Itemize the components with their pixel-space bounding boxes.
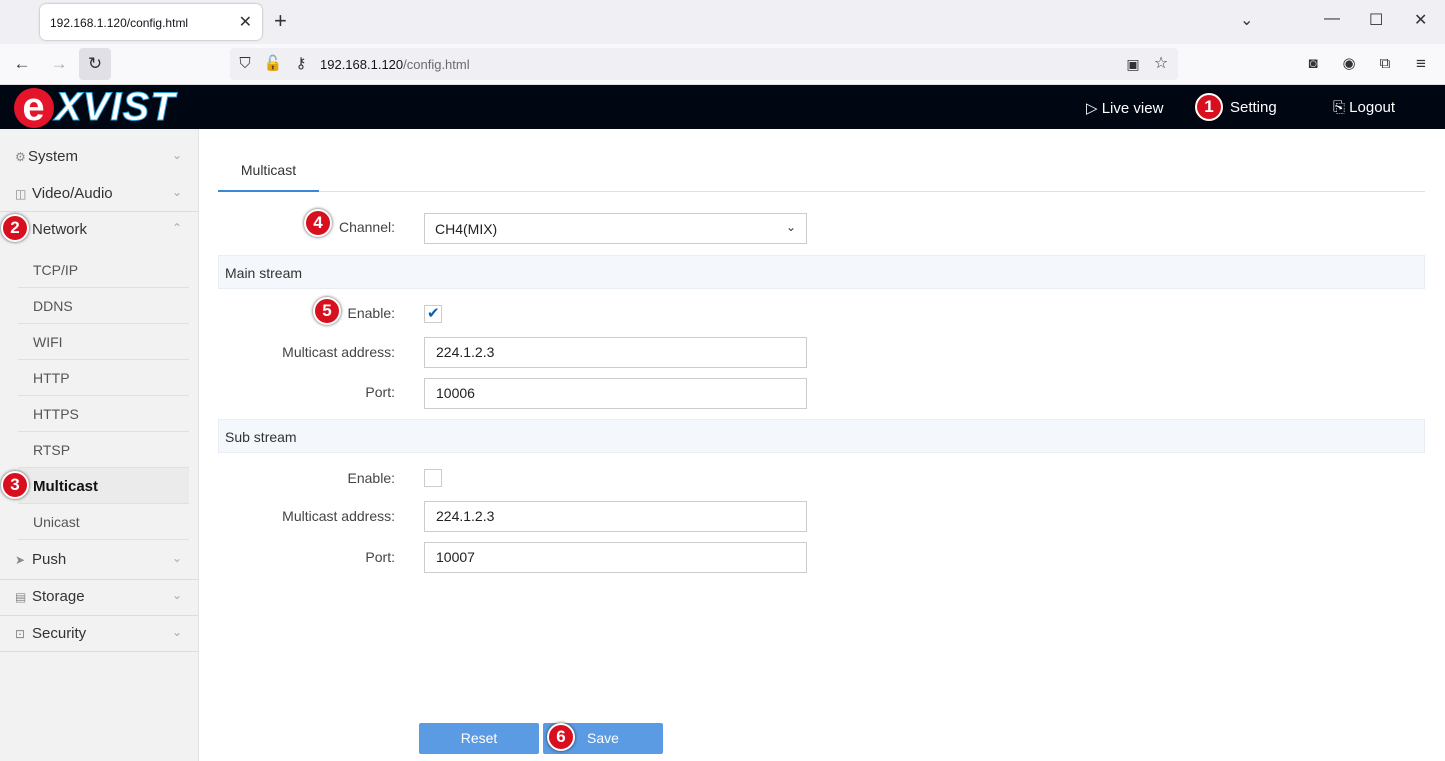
main-address-input[interactable]: 224.1.2.3: [424, 337, 807, 368]
chevron-down-icon: ⌄: [171, 185, 182, 199]
close-window-icon[interactable]: ✕: [1414, 10, 1427, 30]
reader-view-icon[interactable]: ▣: [1122, 53, 1144, 75]
chevron-down-icon: ⌄: [171, 588, 182, 602]
sidebar-sub-http[interactable]: HTTP: [18, 360, 189, 396]
main-port-label: Port:: [365, 384, 395, 400]
channel-select[interactable]: CH4(MIX) ⌄: [424, 213, 807, 244]
sidebar-sub-multicast[interactable]: Multicast: [18, 468, 189, 504]
url-bar[interactable]: ⛉ 🔓 ⚷ 192.168.1.120/config.html ▣ ☆: [230, 48, 1178, 80]
step-badge-4: 4: [304, 209, 332, 237]
sidebar-sub-rtsp[interactable]: RTSP: [18, 432, 189, 468]
step-badge-1: 1: [1195, 93, 1223, 121]
sidebar-item-system[interactable]: ⚙ System ⌄: [0, 139, 198, 175]
step-badge-6: 6: [547, 723, 575, 751]
camera-icon: ◫: [15, 187, 27, 201]
tab-list-icon[interactable]: ⌄: [1240, 10, 1253, 30]
reload-icon[interactable]: ↻: [84, 53, 106, 75]
sub-stream-header: Sub stream: [218, 419, 1425, 453]
pocket-icon[interactable]: ◙: [1302, 53, 1324, 75]
account-icon[interactable]: ◉: [1338, 53, 1360, 75]
shield-icon[interactable]: ⛉: [234, 53, 256, 75]
sidebar-item-security[interactable]: ⊡ Security ⌄: [0, 616, 198, 652]
nav-live-view[interactable]: ▷ Live view: [1086, 99, 1163, 117]
extensions-icon[interactable]: ⧉: [1374, 53, 1396, 75]
step-badge-2: 2: [1, 214, 29, 242]
disk-icon: ▤: [15, 590, 27, 604]
chevron-down-icon: ⌄: [785, 220, 796, 234]
back-icon[interactable]: ←: [11, 53, 33, 75]
main-enable-label: Enable:: [347, 305, 395, 321]
step-badge-3: 3: [1, 471, 29, 499]
reset-button[interactable]: Reset: [419, 723, 539, 754]
channel-value: CH4(MIX): [435, 221, 498, 237]
chevron-down-icon: ⌄: [171, 551, 182, 565]
nav-logout[interactable]: ⎘ Logout: [1333, 99, 1395, 116]
tab-close-icon[interactable]: ✕: [239, 12, 252, 32]
send-icon: ➤: [15, 553, 26, 567]
maximize-icon[interactable]: ☐: [1369, 10, 1383, 30]
step-badge-5: 5: [313, 297, 341, 325]
sidebar-item-video-audio[interactable]: ◫ Video/Audio ⌄: [0, 176, 198, 212]
main-port-input[interactable]: 10006: [424, 378, 807, 409]
sub-port-input[interactable]: 10007: [424, 542, 807, 573]
sidebar-sub-https[interactable]: HTTPS: [18, 396, 189, 432]
browser-tab-bar: 192.168.1.120/config.html ✕ + ⌄ — ☐ ✕: [0, 0, 1445, 44]
channel-label: Channel:: [338, 219, 395, 235]
tab-title: 192.168.1.120/config.html: [50, 16, 189, 30]
sidebar-item-storage[interactable]: ▤ Storage ⌄: [0, 579, 198, 615]
url-text[interactable]: 192.168.1.120/config.html: [320, 57, 470, 72]
sub-enable-checkbox[interactable]: [424, 469, 442, 487]
tab-multicast[interactable]: Multicast: [218, 150, 319, 192]
lock-icon: ⊡: [15, 627, 26, 641]
sub-address-input[interactable]: 224.1.2.3: [424, 501, 807, 532]
browser-nav-bar: ← → ↻ ⛉ 🔓 ⚷ 192.168.1.120/config.html ▣ …: [0, 44, 1445, 85]
nav-setting[interactable]: Setting: [1230, 99, 1277, 116]
sub-enable-label: Enable:: [347, 470, 395, 486]
sidebar-sub-unicast[interactable]: Unicast: [18, 504, 189, 540]
sidebar-sub-tcpip[interactable]: TCP/IP: [18, 252, 189, 288]
forward-icon[interactable]: →: [48, 53, 70, 75]
tab-header: Multicast: [218, 150, 1425, 192]
sidebar-item-network[interactable]: Network ⌃: [0, 212, 198, 248]
insecure-lock-icon[interactable]: 🔓: [262, 53, 284, 75]
main-address-label: Multicast address:: [282, 344, 395, 360]
menu-icon[interactable]: ≡: [1410, 53, 1432, 75]
sub-port-label: Port:: [365, 549, 395, 565]
divider: [0, 651, 198, 652]
minimize-icon[interactable]: —: [1324, 10, 1340, 28]
chevron-down-icon: ⌄: [171, 148, 182, 162]
sidebar-sub-ddns[interactable]: DDNS: [18, 288, 189, 324]
browser-tab[interactable]: 192.168.1.120/config.html ✕: [40, 4, 262, 40]
main-stream-header: Main stream: [218, 255, 1425, 289]
chevron-down-icon: ⌄: [171, 625, 182, 639]
sidebar: ⚙ System ⌄ ◫ Video/Audio ⌄ Network ⌃ TCP…: [0, 129, 199, 761]
exvist-logo: e XVIST: [14, 86, 176, 129]
app-header: e XVIST ▷ Live view Setting ⎘ Logout: [0, 85, 1445, 129]
bookmark-star-icon[interactable]: ☆: [1150, 53, 1172, 75]
main-enable-checkbox[interactable]: [424, 304, 442, 323]
sub-address-label: Multicast address:: [282, 508, 395, 524]
key-icon[interactable]: ⚷: [290, 53, 312, 75]
sidebar-item-push[interactable]: ➤ Push ⌄: [0, 542, 198, 578]
sidebar-sub-wifi[interactable]: WIFI: [18, 324, 189, 360]
chevron-up-icon: ⌃: [171, 221, 182, 235]
new-tab-button[interactable]: +: [274, 8, 287, 34]
gear-icon: ⚙: [15, 150, 26, 164]
